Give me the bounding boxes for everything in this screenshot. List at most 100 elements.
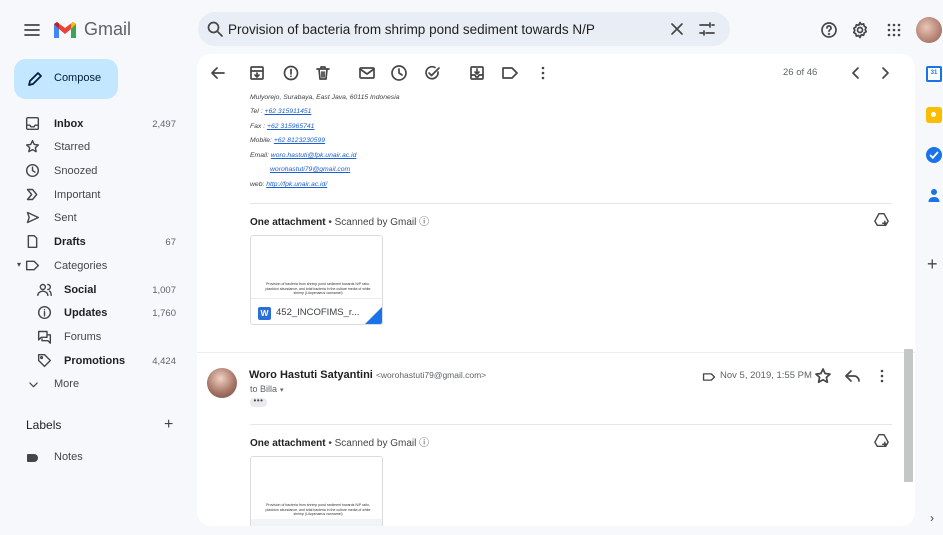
signature-address: Mulyorejo, Surabaya, East Java, 60115 In… [250, 94, 400, 101]
apps-grid-icon[interactable] [885, 21, 903, 39]
mark-unread-icon[interactable] [358, 64, 376, 82]
label-item-notes[interactable]: Notes [0, 446, 190, 469]
scrollbar-thumb[interactable] [904, 349, 913, 482]
email-link-1[interactable]: woro.hastuti@fpk.unair.ac.id [271, 152, 357, 159]
labels-heading: Labels [26, 418, 62, 432]
chevron-down-icon [29, 382, 38, 388]
inbox-icon [25, 116, 40, 131]
compose-label: Compose [54, 72, 102, 84]
sidebar-item-inbox[interactable]: Inbox 2,497 [0, 113, 190, 136]
forum-icon [37, 330, 52, 344]
recipient-line[interactable]: to Billa ▾ [250, 384, 284, 394]
info-icon[interactable]: ⓘ [419, 438, 429, 449]
gear-icon[interactable] [851, 21, 869, 39]
fax-link[interactable]: +62 315965741 [267, 123, 314, 130]
attachment-filename: 452_INCOFIMS_r... [276, 307, 360, 318]
more-vert-icon[interactable] [873, 367, 891, 385]
get-addons-button[interactable]: + [927, 254, 938, 275]
sender-avatar[interactable] [207, 368, 237, 398]
search-bar[interactable] [198, 12, 730, 46]
tasks-icon[interactable] [926, 147, 942, 163]
label-icon [25, 260, 40, 271]
sidebar-item-label: Social [64, 284, 97, 296]
sidebar-item-starred[interactable]: Starred [0, 136, 190, 159]
account-avatar[interactable] [916, 17, 942, 43]
trash-icon[interactable] [314, 64, 332, 82]
recipient-text: to Billa [250, 384, 278, 394]
back-arrow-icon[interactable] [209, 64, 227, 82]
divider [250, 203, 892, 204]
tel-label: Tel : [250, 108, 263, 115]
reply-icon[interactable] [844, 367, 862, 385]
label-icon[interactable] [501, 64, 519, 82]
add-task-icon[interactable] [423, 64, 441, 82]
clock-icon [25, 163, 40, 178]
snooze-icon[interactable] [390, 64, 408, 82]
promotions-count: 4,424 [152, 356, 176, 367]
show-side-panel-button[interactable]: › [930, 511, 934, 525]
info-icon[interactable]: ⓘ [419, 217, 429, 228]
sidebar-item-label: Forums [64, 331, 102, 343]
divider [250, 424, 892, 425]
keep-icon[interactable] [926, 107, 942, 123]
main-menu-button[interactable] [23, 21, 41, 39]
attachment-header: One attachment • Scanned by Gmail ⓘ [250, 434, 429, 449]
attachment-footer: W 452_INCOFIMS_r... [251, 298, 382, 324]
mobile-link[interactable]: +62 8123230599 [274, 137, 325, 144]
unread-count: 2,497 [152, 119, 176, 130]
chevron-right-icon[interactable] [876, 64, 894, 82]
sidebar-item-drafts[interactable]: Drafts 67 [0, 231, 190, 254]
contacts-icon[interactable] [926, 187, 942, 203]
search-icon[interactable] [206, 20, 224, 38]
add-to-drive-icon[interactable] [874, 433, 889, 448]
sidebar-item-forums[interactable]: Forums [0, 326, 190, 349]
sidebar-item-sent[interactable]: Sent [0, 207, 190, 230]
sidebar-item-categories[interactable]: ▾ Categories [0, 255, 190, 278]
sidebar-item-promotions[interactable]: Promotions 4,424 [0, 350, 190, 373]
report-spam-icon[interactable] [282, 64, 300, 82]
add-label-button[interactable]: + [164, 416, 173, 434]
sender-email: <worohastuti79@gmail.com> [375, 370, 487, 380]
signature-web: web: http://fpk.unair.ac.id/ [250, 181, 327, 188]
close-icon[interactable] [668, 20, 686, 38]
star-icon [25, 139, 40, 153]
add-to-drive-icon[interactable] [874, 212, 889, 227]
sidebar-item-more[interactable]: More [0, 373, 190, 396]
sidebar-item-social[interactable]: Social 1,007 [0, 279, 190, 302]
sidebar-item-label: Snoozed [54, 165, 98, 177]
gmail-logo[interactable]: Gmail [52, 19, 131, 40]
draft-count: 67 [165, 237, 176, 248]
move-to-icon[interactable] [468, 64, 486, 82]
compose-button[interactable]: Compose [14, 59, 118, 99]
calendar-icon[interactable]: 31 [926, 66, 942, 82]
web-link[interactable]: http://fpk.unair.ac.id/ [266, 181, 327, 188]
caret-down-icon[interactable]: ▾ [280, 387, 284, 394]
updates-count: 1,760 [152, 308, 176, 319]
label-icon[interactable] [702, 370, 716, 384]
bullet: • [325, 217, 335, 228]
search-input[interactable] [228, 12, 648, 46]
show-trimmed-button[interactable]: ••• [250, 397, 267, 407]
attachment-card[interactable]: Provision of bacteria from shrimp pond s… [250, 235, 383, 325]
label-item-label: Notes [54, 451, 83, 463]
preview-text: Provision of bacteria from shrimp pond s… [265, 503, 371, 516]
sidebar-item-label: Updates [64, 307, 108, 319]
archive-icon[interactable] [248, 64, 266, 82]
sidebar-item-snoozed[interactable]: Snoozed [0, 160, 190, 183]
sidebar-item-important[interactable]: Important [0, 184, 190, 207]
star-icon[interactable] [814, 367, 832, 385]
tel-link[interactable]: +62 315911451 [265, 108, 312, 115]
help-icon[interactable] [820, 21, 838, 39]
chevron-left-icon[interactable] [847, 64, 865, 82]
tune-icon[interactable] [698, 20, 716, 38]
info-icon [37, 305, 52, 320]
sidebar-item-updates[interactable]: Updates 1,760 [0, 302, 190, 325]
caret-down-icon: ▾ [17, 260, 22, 269]
attachment-card[interactable]: Provision of bacteria from shrimp pond s… [250, 456, 383, 526]
sender-name[interactable]: Woro Hastuti Satyantini [249, 369, 373, 381]
bullet: • [325, 438, 335, 449]
preview-text: Provision of bacteria from shrimp pond s… [265, 282, 371, 295]
more-vert-icon[interactable] [534, 64, 552, 82]
email-link-2[interactable]: worohastuti79@gmail.com [270, 166, 350, 173]
sidebar-item-label: Starred [54, 141, 91, 153]
